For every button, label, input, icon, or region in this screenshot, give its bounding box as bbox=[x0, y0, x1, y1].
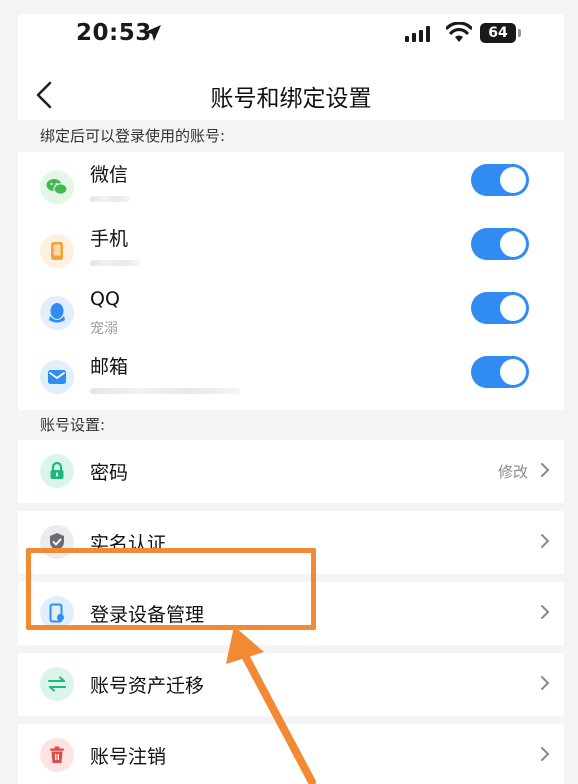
mail-icon bbox=[40, 360, 74, 394]
wechat-icon bbox=[40, 170, 74, 204]
wifi-icon bbox=[446, 22, 472, 42]
location-arrow-icon bbox=[145, 25, 161, 41]
battery-indicator: 64 bbox=[480, 23, 516, 43]
divider bbox=[18, 503, 564, 511]
toggle-knob bbox=[500, 167, 526, 193]
chevron-right-icon bbox=[541, 747, 550, 761]
toggle-knob bbox=[500, 359, 526, 385]
settings-value-password: 修改 bbox=[497, 463, 528, 481]
wechat-toggle[interactable] bbox=[471, 164, 529, 196]
nav-bar: 账号和绑定设置 bbox=[18, 70, 564, 120]
bind-row-wechat: 微信 bbox=[18, 154, 564, 218]
bind-row-phone: 手机 bbox=[18, 218, 564, 282]
settings-label-password: 密码 bbox=[90, 462, 129, 484]
chevron-right-icon bbox=[541, 534, 550, 548]
toggle-knob bbox=[500, 231, 526, 257]
bind-name-qq: QQ bbox=[90, 288, 120, 310]
account-section-header: 账号设置: bbox=[18, 410, 564, 440]
cellular-signal-icon bbox=[405, 26, 430, 42]
qq-icon bbox=[40, 296, 74, 330]
bind-name-phone: 手机 bbox=[90, 228, 129, 250]
bind-sub-qq: 宠溺 bbox=[90, 321, 118, 337]
settings-label-asset-transfer: 账号资产迁移 bbox=[90, 675, 205, 697]
lock-icon bbox=[40, 454, 74, 488]
blurred-phone-number bbox=[90, 260, 140, 266]
blurred-account-id bbox=[90, 196, 130, 202]
settings-label-account-cancellation: 账号注销 bbox=[90, 746, 167, 768]
transfer-icon bbox=[40, 667, 74, 701]
bind-row-qq: QQ 宠溺 bbox=[18, 282, 564, 346]
settings-row-password[interactable]: 密码 修改 bbox=[18, 440, 564, 503]
mail-toggle[interactable] bbox=[471, 356, 529, 388]
status-time: 20:53 bbox=[76, 20, 152, 46]
phone-toggle[interactable] bbox=[471, 228, 529, 260]
bind-section-header: 绑定后可以登录使用的账号: bbox=[18, 120, 564, 152]
chevron-right-icon bbox=[541, 676, 550, 690]
trash-icon bbox=[40, 738, 74, 772]
annotation-arrow-icon bbox=[226, 626, 316, 784]
bind-row-mail: 邮箱 bbox=[18, 346, 564, 410]
status-bar: 20:53 64 bbox=[18, 14, 564, 56]
toggle-knob bbox=[500, 295, 526, 321]
page-title: 账号和绑定设置 bbox=[210, 86, 372, 112]
phone-icon bbox=[40, 234, 74, 268]
bind-name-wechat: 微信 bbox=[90, 164, 129, 186]
chevron-right-icon bbox=[541, 605, 550, 619]
chevron-right-icon bbox=[541, 463, 550, 477]
bind-name-mail: 邮箱 bbox=[90, 356, 129, 378]
qq-toggle[interactable] bbox=[471, 292, 529, 324]
battery-tip bbox=[518, 29, 521, 37]
blurred-email-address bbox=[90, 388, 240, 394]
